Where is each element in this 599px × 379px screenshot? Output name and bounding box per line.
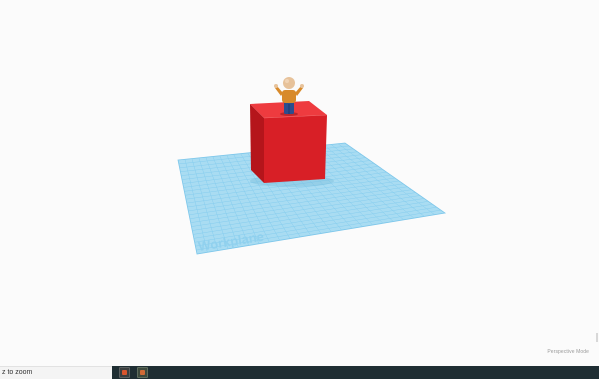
taskbar-app-icon[interactable]	[137, 367, 148, 378]
status-text: z to zoom	[2, 369, 33, 376]
taskbar-app-icon[interactable]	[119, 367, 130, 378]
perspective-mode-label: Perspective Mode	[547, 349, 589, 355]
taskbar	[112, 366, 599, 379]
bottom-bar: z to zoom	[0, 366, 599, 379]
figurine-head	[283, 77, 295, 89]
box-front-face	[264, 115, 327, 183]
3d-scene[interactable]: Workplane	[0, 0, 599, 366]
figurine-left-hand	[274, 84, 278, 88]
app-glyph-icon	[122, 370, 127, 375]
status-area: z to zoom	[0, 366, 112, 379]
app-glyph-icon	[140, 370, 145, 375]
scroll-edge-marker	[596, 333, 598, 342]
figurine-right-hand	[300, 84, 304, 88]
figurine-body	[282, 90, 296, 103]
3d-viewport[interactable]: Workplane Perspective Mode	[0, 0, 599, 366]
